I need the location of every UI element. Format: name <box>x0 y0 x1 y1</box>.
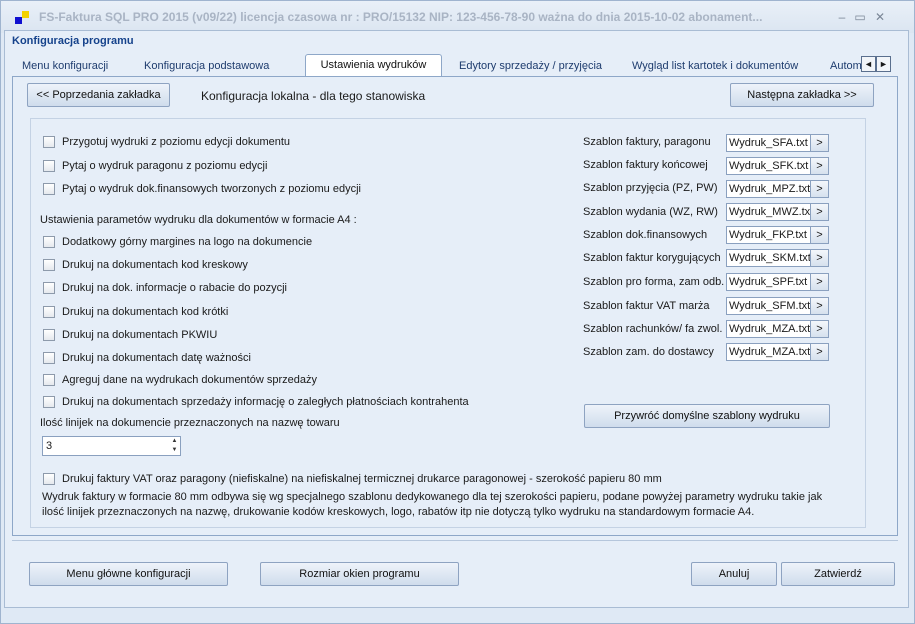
checkbox-label: Agreguj dane na wydrukach dokumentów spr… <box>62 374 317 386</box>
lines-label: Ilość linijek na dokumencie przeznaczony… <box>40 417 340 429</box>
prev-tab-button[interactable]: << Poprzedania zakładka <box>27 83 170 107</box>
template-field-financial[interactable]: Wydruk_FKP.txt <box>726 226 811 244</box>
template-label: Szablon dok.finansowych <box>583 229 708 241</box>
title-bar[interactable]: FS-Faktura SQL PRO 2015 (v09/22) licencj… <box>1 1 914 33</box>
template-label: Szablon faktur korygujących <box>583 252 721 264</box>
window-size-button[interactable]: Rozmiar okien programu <box>260 562 459 586</box>
template-label: Szablon faktury końcowej <box>583 159 708 171</box>
maximize-icon[interactable]: ▭ <box>851 9 869 25</box>
checkbox-label: Drukuj faktury VAT oraz paragony (niefis… <box>62 473 662 485</box>
template-field-invoice[interactable]: Wydruk_SFA.txt <box>726 134 811 152</box>
checkbox-box[interactable] <box>43 329 55 341</box>
frame-title: Konfiguracja programu <box>12 35 134 47</box>
tab-edytory-sprzedazy[interactable]: Edytory sprzedaży / przyjęcia <box>453 58 608 76</box>
tab-scroll-right-icon[interactable]: ► <box>876 56 891 72</box>
template-label: Szablon wydania (WZ, RW) <box>583 206 718 218</box>
checkbox-ask-financial[interactable]: Pytaj o wydruk dok.finansowych tworzonyc… <box>43 181 361 197</box>
checkbox-short-code[interactable]: Drukuj na dokumentach kod krótki <box>43 304 228 320</box>
cancel-button[interactable]: Anuluj <box>691 562 777 586</box>
checkbox-label: Drukuj na dok. informacje o rabacie do p… <box>62 282 288 294</box>
confirm-button[interactable]: Zatwierdź <box>781 562 895 586</box>
template-browse-button[interactable]: > <box>810 297 829 315</box>
lines-value: 3 <box>46 440 53 452</box>
checkbox-box[interactable] <box>43 282 55 294</box>
template-field-proforma[interactable]: Wydruk_SPF.txt <box>726 273 811 291</box>
template-browse-button[interactable]: > <box>810 203 829 221</box>
template-field-bills[interactable]: Wydruk_MZA.txt <box>726 320 811 338</box>
checkbox-label: Drukuj na dokumentach sprzedaży informac… <box>62 396 469 408</box>
template-browse-button[interactable]: > <box>810 134 829 152</box>
template-label: Szablon faktury, paragonu <box>583 136 711 148</box>
lines-spinner[interactable]: 3 ▲ ▼ <box>42 436 181 456</box>
main-menu-button[interactable]: Menu główne konfiguracji <box>29 562 228 586</box>
checkbox-label: Przygotuj wydruki z poziomu edycji dokum… <box>62 136 291 148</box>
template-browse-button[interactable]: > <box>810 343 829 361</box>
template-label: Szablon przyjęcia (PZ, PW) <box>583 182 718 194</box>
template-browse-button[interactable]: > <box>810 226 829 244</box>
checkbox-logo-margin[interactable]: Dodatkowy górny margines na logo na doku… <box>43 234 312 250</box>
restore-templates-button[interactable]: Przywróć domyślne szablony wydruku <box>584 404 830 428</box>
checkbox-thermal-printer[interactable]: Drukuj faktury VAT oraz paragony (niefis… <box>43 471 662 487</box>
checkbox-ask-receipt[interactable]: Pytaj o wydruk paragonu z poziomu edycji <box>43 158 267 174</box>
template-browse-button[interactable]: > <box>810 320 829 338</box>
tab-konfiguracja-podstawowa[interactable]: Konfiguracja podstawowa <box>138 58 275 76</box>
checkbox-box[interactable] <box>43 374 55 386</box>
template-browse-button[interactable]: > <box>810 157 829 175</box>
app-logo-icon <box>15 11 29 25</box>
template-label: Szablon zam. do dostawcy <box>583 346 714 358</box>
checkbox-pkwiu[interactable]: Drukuj na dokumentach PKWIU <box>43 327 217 343</box>
checkbox-box[interactable] <box>43 259 55 271</box>
checkbox-prepare-print[interactable]: Przygotuj wydruki z poziomu edycji dokum… <box>43 134 290 150</box>
next-tab-button[interactable]: Następna zakładka >> <box>730 83 874 107</box>
close-icon[interactable]: ✕ <box>871 9 889 25</box>
checkbox-box[interactable] <box>43 352 55 364</box>
tab-bar: Menu konfiguracji Konfiguracja podstawow… <box>12 54 892 77</box>
checkbox-box[interactable] <box>43 306 55 318</box>
checkbox-label: Drukuj na dokumentach kod krótki <box>62 306 229 318</box>
spinner-arrows-icon[interactable]: ▲ ▼ <box>169 437 180 455</box>
checkbox-label: Pytaj o wydruk paragonu z poziomu edycji <box>62 160 268 172</box>
template-field-corrections[interactable]: Wydruk_SKM.txt <box>726 249 811 267</box>
template-field-issue-wz[interactable]: Wydruk_MWZ.txt <box>726 203 811 221</box>
template-label: Szablon pro forma, zam odb. <box>583 276 725 288</box>
checkbox-aggregate[interactable]: Agreguj dane na wydrukach dokumentów spr… <box>43 372 317 388</box>
minimize-icon[interactable]: – <box>833 9 851 25</box>
divider <box>12 540 898 541</box>
template-field-vat-margin[interactable]: Wydruk_SFM.txt <box>726 297 811 315</box>
checkbox-barcode[interactable]: Drukuj na dokumentach kod kreskowy <box>43 257 248 273</box>
template-browse-button[interactable]: > <box>810 180 829 198</box>
template-label: Szablon faktur VAT marża <box>583 300 710 312</box>
template-browse-button[interactable]: > <box>810 273 829 291</box>
checkbox-label: Drukuj na dokumentach kod kreskowy <box>62 259 248 271</box>
template-field-receipt-pz[interactable]: Wydruk_MPZ.txt <box>726 180 811 198</box>
tab-scroll-left-icon[interactable]: ◄ <box>861 56 876 72</box>
checkbox-label: Dodatkowy górny margines na logo na doku… <box>62 236 313 248</box>
checkbox-box[interactable] <box>43 160 55 172</box>
template-label: Szablon rachunków/ fa zwol. <box>583 323 723 335</box>
tab-menu-konfiguracji[interactable]: Menu konfiguracji <box>16 58 114 76</box>
window-title: FS-Faktura SQL PRO 2015 (v09/22) licencj… <box>39 10 763 24</box>
checkbox-discount-info[interactable]: Drukuj na dok. informacje o rabacie do p… <box>43 280 287 296</box>
checkbox-label: Drukuj na dokumentach PKWIU <box>62 329 218 341</box>
a4-section-label: Ustawienia parametów wydruku dla dokumen… <box>40 214 357 226</box>
checkbox-box[interactable] <box>43 136 55 148</box>
checkbox-box[interactable] <box>43 473 55 485</box>
checkbox-expiry-date[interactable]: Drukuj na dokumentach datę ważności <box>43 350 251 366</box>
thermal-note: Wydruk faktury w formacie 80 mm odbywa s… <box>42 491 823 518</box>
template-field-supplier-order[interactable]: Wydruk_MZA.txt <box>726 343 811 361</box>
tab-autom[interactable]: Autom <box>824 58 862 76</box>
checkbox-box[interactable] <box>43 236 55 248</box>
checkbox-overdue-info[interactable]: Drukuj na dokumentach sprzedaży informac… <box>43 394 469 410</box>
checkbox-label: Pytaj o wydruk dok.finansowych tworzonyc… <box>62 183 361 195</box>
checkbox-box[interactable] <box>43 396 55 408</box>
section-header: Konfiguracja lokalna - dla tego stanowis… <box>201 89 426 103</box>
template-field-final-invoice[interactable]: Wydruk_SFK.txt <box>726 157 811 175</box>
checkbox-box[interactable] <box>43 183 55 195</box>
tab-wyglad-list[interactable]: Wygląd list kartotek i dokumentów <box>626 58 804 76</box>
tab-ustawienia-wydrukow[interactable]: Ustawienia wydruków <box>305 54 442 77</box>
template-browse-button[interactable]: > <box>810 249 829 267</box>
checkbox-label: Drukuj na dokumentach datę ważności <box>62 352 251 364</box>
